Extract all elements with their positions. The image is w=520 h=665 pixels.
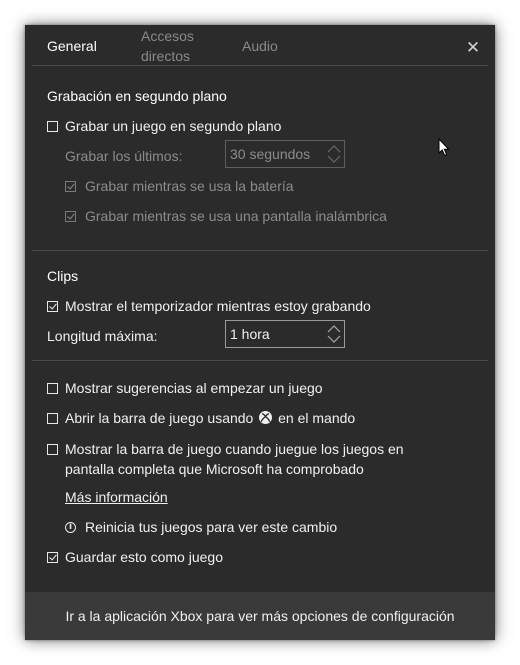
record-game-label: Grabar un juego en segundo plano [65,118,282,134]
show-bar-label-line1: Mostrar la barra de juego cuando juegue … [65,441,404,457]
open-bar-label: Abrir la barra de juego usando en el man… [65,408,355,428]
open-bar-label-suffix: en el mando [278,410,356,426]
show-timer-checkbox[interactable] [47,301,58,312]
spinner-arrows-icon[interactable] [327,323,341,345]
info-icon: i [65,522,76,533]
tab-shortcuts-line1: Accesos [141,28,194,44]
record-wireless-label: Grabar mientras se usa una pantalla inal… [85,208,387,224]
show-tips-checkbox[interactable] [47,383,58,394]
mouse-pointer-icon [438,138,450,157]
record-game-checkbox[interactable] [47,121,58,132]
tab-general[interactable]: General [47,36,97,56]
record-battery-label: Grabar mientras se usa la batería [85,178,294,194]
section-title-clips: Clips [47,268,79,284]
open-bar-checkbox[interactable] [47,413,58,424]
show-timer-label: Mostrar el temporizador mientras estoy g… [65,298,371,314]
show-bar-label-line2: pantalla completa que Microsoft ha compr… [65,461,364,477]
more-info-link[interactable]: Más información [65,487,168,507]
close-icon: ✕ [465,38,481,57]
section-divider-1 [32,250,488,251]
record-last-label: Grabar los últimos: [65,148,183,164]
restart-note-text: Reinicia tus juegos para ver este cambio [85,519,338,535]
game-bar-settings-window: General Accesos directos Audio ✕ Grabaci… [25,25,495,640]
max-length-value: 1 hora [230,326,270,342]
header-divider [32,65,488,66]
show-bar-checkbox[interactable] [47,444,58,455]
section-title-background-recording: Grabación en segundo plano [47,88,227,104]
save-as-game-checkbox[interactable] [47,552,58,563]
max-length-spinner[interactable]: 1 hora [225,320,345,348]
tab-shortcuts-line2: directos [141,48,191,64]
spinner-arrows-icon[interactable] [327,143,341,165]
record-last-value: 30 segundos [230,146,311,162]
save-as-game-label: Guardar esto como juego [65,549,223,565]
tab-shortcuts[interactable]: Accesos directos [141,26,221,66]
record-last-spinner[interactable]: 30 segundos [225,140,345,168]
tab-audio[interactable]: Audio [242,36,278,56]
show-tips-label: Mostrar sugerencias al empezar un juego [65,380,323,396]
xbox-app-footer-link[interactable]: Ir a la aplicación Xbox para ver más opc… [25,592,495,640]
record-battery-checkbox[interactable] [65,181,76,192]
xbox-icon [259,411,273,424]
close-button[interactable]: ✕ [462,37,484,59]
record-wireless-checkbox[interactable] [65,211,76,222]
section-divider-2 [32,360,488,361]
open-bar-label-prefix: Abrir la barra de juego usando [65,410,254,426]
max-length-label: Longitud máxima: [47,328,158,344]
